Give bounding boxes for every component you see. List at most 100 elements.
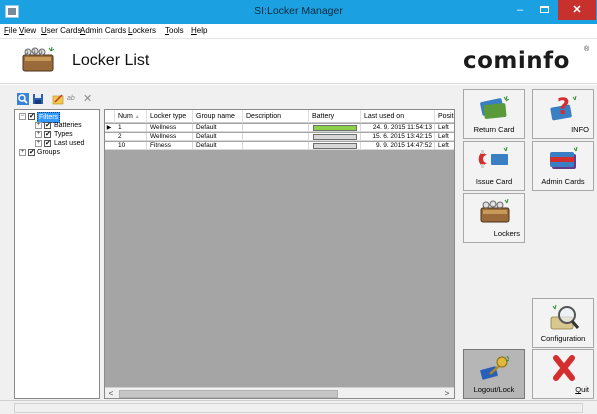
- save-icon[interactable]: [32, 93, 44, 105]
- close-button[interactable]: ✕: [558, 0, 596, 20]
- magnifier-icon: [550, 304, 580, 330]
- quit-x-icon: [553, 355, 575, 381]
- cell-last-used-on: 9. 9. 2015 14:47:52: [361, 142, 435, 150]
- cell-locker-type: Wellness: [147, 133, 193, 141]
- registered-mark: ®: [584, 46, 590, 53]
- sort-ascending-icon: ▲: [134, 114, 140, 120]
- return-card-label: Return Card: [473, 125, 515, 134]
- table-row[interactable]: 10 Fitness Default 9. 9. 2015 14:47:52 Left: [105, 142, 454, 150]
- table-row[interactable]: ▶ 1 Wellness Default 24. 9. 2015 11:54:13 Lef…: [105, 124, 454, 132]
- quit-button[interactable]: Quit: [532, 349, 594, 399]
- col-last-used-on[interactable]: Last used on: [361, 110, 435, 123]
- types-checkbox[interactable]: [44, 130, 51, 139]
- question-mark-icon: ?: [550, 95, 577, 121]
- lockers-icon: 3 3 3: [22, 46, 55, 72]
- configuration-button[interactable]: Configuration: [532, 298, 594, 348]
- lockers-button[interactable]: Lockers: [463, 193, 525, 243]
- expand-icon[interactable]: +: [35, 122, 42, 129]
- menu-help[interactable]: Help: [191, 26, 207, 35]
- battery-bar: [313, 125, 357, 131]
- cell-last-used-on: 24. 9. 2015 11:54:13: [361, 124, 435, 132]
- scroll-thumb[interactable]: [119, 390, 338, 398]
- last-used-checkbox[interactable]: [44, 139, 51, 148]
- menu-tools[interactable]: Tools: [165, 26, 184, 35]
- menu-view[interactable]: View: [19, 26, 36, 35]
- lockers-label: Lockers: [493, 229, 520, 238]
- scroll-left-icon[interactable]: <: [105, 388, 117, 398]
- cell-description: [243, 142, 309, 150]
- col-num[interactable]: Num ▲: [115, 110, 147, 123]
- rename-icon[interactable]: ab: [67, 93, 79, 105]
- status-bar: [0, 400, 597, 414]
- issue-card-label: Issue Card: [475, 177, 513, 186]
- filter-tree[interactable]: − Filters + Batteries + Types + Last use…: [14, 109, 100, 399]
- admin-card-icon: [550, 146, 578, 169]
- battery-bar: [313, 134, 357, 140]
- table-row[interactable]: 2 Wellness Default 15. 6. 2015 13:42:15 Left: [105, 133, 454, 141]
- menu-user-cards[interactable]: User Cards: [41, 26, 81, 35]
- cell-position: Left: [435, 133, 454, 141]
- menu-bar: File View User Cards Admin Cards Lockers…: [0, 24, 597, 38]
- menu-lockers[interactable]: Lockers: [128, 26, 156, 35]
- menu-file[interactable]: File: [4, 26, 17, 35]
- cell-position: Left: [435, 142, 454, 150]
- search-icon[interactable]: [17, 93, 29, 105]
- col-description[interactable]: Description: [243, 110, 309, 123]
- expand-icon[interactable]: +: [19, 149, 26, 156]
- groups-checkbox[interactable]: [28, 148, 35, 157]
- menu-admin-cards[interactable]: Admin Cards: [80, 26, 126, 35]
- col-position[interactable]: Positi: [435, 110, 454, 123]
- batteries-checkbox[interactable]: [44, 121, 51, 130]
- lockers-icon: [480, 198, 510, 223]
- edit-icon[interactable]: [52, 93, 64, 105]
- row-header[interactable]: [105, 133, 113, 141]
- col-group-name[interactable]: Group name: [193, 110, 243, 123]
- key-icon: [480, 355, 510, 380]
- horizontal-scrollbar[interactable]: < >: [105, 387, 454, 398]
- info-button[interactable]: ? INFO: [532, 89, 594, 139]
- cell-battery: [309, 124, 361, 132]
- return-card-icon: [480, 95, 510, 119]
- row-header[interactable]: ▶: [105, 124, 113, 132]
- battery-bar: [313, 143, 357, 149]
- locker-grid[interactable]: Num ▲ Locker type Group name Description…: [104, 109, 455, 399]
- cell-description: [243, 124, 309, 132]
- minimize-button[interactable]: –: [508, 0, 532, 20]
- collapse-icon[interactable]: −: [19, 113, 26, 120]
- delete-icon[interactable]: ✕: [83, 93, 95, 105]
- title-bar: SI:Locker Manager – ✕: [0, 0, 597, 24]
- expand-icon[interactable]: +: [35, 131, 42, 138]
- logout-lock-button[interactable]: Logout/Lock: [463, 349, 525, 399]
- cell-position: Left: [435, 124, 454, 132]
- issue-card-icon: [478, 146, 508, 168]
- return-card-button[interactable]: Return Card: [463, 89, 525, 139]
- cell-locker-type: Fitness: [147, 142, 193, 150]
- issue-card-button[interactable]: Issue Card: [463, 141, 525, 191]
- cell-battery: [309, 133, 361, 141]
- svg-text:?: ?: [557, 95, 570, 120]
- cell-group-name: Default: [193, 142, 243, 150]
- status-panel: [14, 403, 583, 413]
- cell-group-name: Default: [193, 133, 243, 141]
- col-num-label: Num: [118, 113, 133, 120]
- col-locker-type[interactable]: Locker type: [147, 110, 193, 123]
- grid-header: Num ▲ Locker type Group name Description…: [105, 110, 454, 123]
- quit-label: Quit: [575, 385, 589, 394]
- row-header[interactable]: [105, 142, 113, 150]
- cell-num: 2: [115, 133, 147, 141]
- admin-cards-button[interactable]: Admin Cards: [532, 141, 594, 191]
- admin-cards-label: Admin Cards: [541, 177, 585, 186]
- col-battery[interactable]: Battery: [309, 110, 361, 123]
- row-header-corner: [105, 110, 115, 123]
- scroll-right-icon[interactable]: >: [441, 388, 453, 398]
- filters-checkbox[interactable]: [28, 112, 35, 121]
- cell-group-name: Default: [193, 124, 243, 132]
- tree-label-last-used: Last used: [54, 140, 85, 147]
- expand-icon[interactable]: +: [35, 140, 42, 147]
- maximize-icon: [539, 6, 549, 13]
- cell-description: [243, 133, 309, 141]
- page-header: 3 3 3 Locker List cominfo ®: [0, 38, 597, 84]
- cell-locker-type: Wellness: [147, 124, 193, 132]
- maximize-button[interactable]: [532, 0, 556, 20]
- cell-battery: [309, 142, 361, 150]
